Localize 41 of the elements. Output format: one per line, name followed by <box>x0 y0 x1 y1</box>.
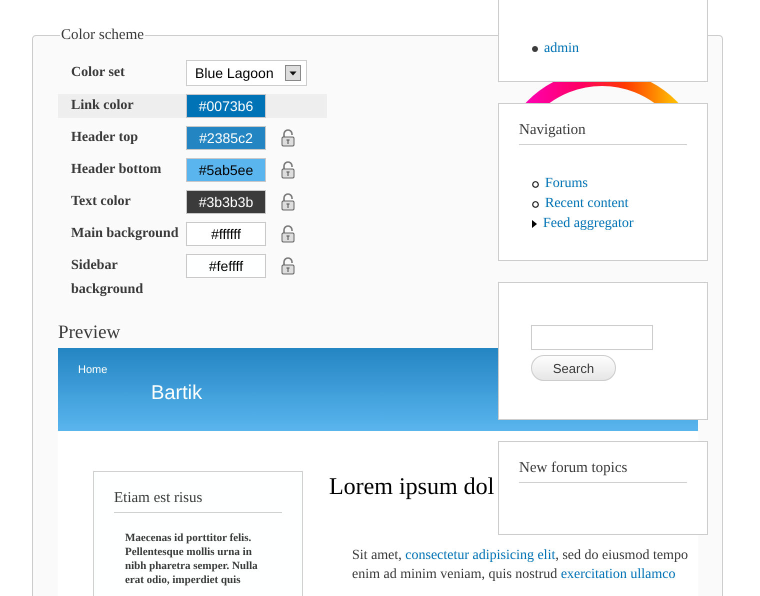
section-heading: Preview <box>58 322 120 344</box>
link[interactable]: Forums <box>545 174 588 194</box>
block-title: Navigation <box>519 120 687 145</box>
link[interactable]: Recent content <box>545 194 629 214</box>
field-label: Header top <box>71 129 140 147</box>
link[interactable]: consectetur adipisicing elit <box>405 548 556 563</box>
field-label: Sidebar background <box>71 257 144 299</box>
color-field[interactable]: #ffffff <box>186 222 266 246</box>
bullet-icon <box>532 46 538 52</box>
collapsed-arrow-icon <box>532 220 537 228</box>
lock-icon[interactable] <box>281 257 295 275</box>
color-field[interactable]: #3b3b3b <box>186 190 266 214</box>
color-set-select[interactable]: Blue Lagoon <box>186 60 307 86</box>
link[interactable]: exercitation ullamco <box>560 567 676 582</box>
lock-icon[interactable] <box>281 161 295 179</box>
field-label: Header bottom <box>71 161 162 179</box>
home-link[interactable]: Home <box>78 364 108 376</box>
page-title: Lorem ipsum dol <box>329 473 494 501</box>
search-field[interactable] <box>531 325 653 350</box>
block-text: Maecenas id porttitor felis. Pellentesque mollis urna in nibh pharetra semper. Nulla erat odio, imperdiet quis <box>125 531 259 587</box>
fieldset-legend: Color scheme <box>60 27 145 43</box>
site-name[interactable]: Bartik <box>151 382 202 405</box>
lock-icon[interactable] <box>281 129 295 147</box>
field-label: Link color <box>71 97 135 115</box>
color-field[interactable]: #feffff <box>186 254 266 278</box>
link[interactable]: admin <box>544 39 579 59</box>
bullet-icon <box>532 200 539 208</box>
bullet-icon <box>532 180 539 188</box>
link[interactable]: Feed aggregator <box>543 214 634 234</box>
color-field[interactable]: #5ab5ee <box>186 158 266 182</box>
search-button[interactable]: Search <box>531 355 616 381</box>
block-title: Etiam est risus <box>114 488 282 513</box>
block-title: New forum topics <box>519 458 687 483</box>
paragraph: Sit amet, consectetur adipisicing elit, sed do eiusmod tempo enim ad minim veniam, quis nostrud exercitation ullamco <box>352 547 688 584</box>
field-label: Main background <box>71 225 180 243</box>
field-label: Color set <box>71 64 126 82</box>
color-field[interactable]: #0073b6 <box>186 94 266 118</box>
color-field[interactable]: #2385c2 <box>186 126 266 150</box>
lock-icon[interactable] <box>281 225 295 243</box>
lock-icon[interactable] <box>281 193 295 211</box>
field-label: Text color <box>71 193 132 211</box>
